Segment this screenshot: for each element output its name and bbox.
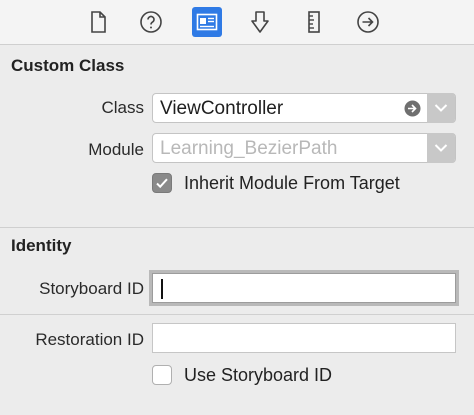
storyboard-id-field[interactable] [152,273,456,303]
identity-inspector-icon[interactable] [192,7,222,37]
restoration-id-field[interactable] [152,323,456,353]
inherit-module-label[interactable]: Inherit Module From Target [184,173,400,194]
identity-section: Identity Storyboard ID Restoration ID Us… [0,228,474,415]
use-storyboard-id-label[interactable]: Use Storyboard ID [184,365,332,386]
section-title-custom-class: Custom Class [11,56,125,75]
class-label: Class [101,98,144,117]
module-placeholder[interactable]: Learning_BezierPath [160,138,337,160]
text-caret [161,279,163,299]
quick-help-icon[interactable] [137,8,165,36]
class-combobox[interactable]: ViewController [152,93,456,123]
chevron-down-icon [434,104,448,112]
use-storyboard-id-checkbox[interactable] [152,365,172,385]
section-title-identity: Identity [11,236,72,255]
file-inspector-icon[interactable] [84,8,112,36]
custom-class-section: Custom Class Class ViewController Module… [0,45,474,228]
checkmark-icon [156,178,168,189]
class-value[interactable]: ViewController [160,98,283,120]
chevron-down-icon [434,144,448,152]
class-dropdown-button[interactable] [427,93,455,123]
module-dropdown-button[interactable] [427,133,455,163]
module-label: Module [88,140,144,159]
inherit-module-checkbox[interactable] [152,173,172,193]
size-inspector-icon[interactable] [300,8,328,36]
divider [0,314,474,315]
go-to-class-icon[interactable] [404,100,421,117]
module-combobox[interactable]: Learning_BezierPath [152,133,456,163]
storyboard-id-label: Storyboard ID [39,279,144,298]
inspector-toolbar [0,0,474,45]
attributes-inspector-icon[interactable] [246,8,274,36]
restoration-id-label: Restoration ID [35,330,144,349]
connections-inspector-icon[interactable] [354,8,382,36]
